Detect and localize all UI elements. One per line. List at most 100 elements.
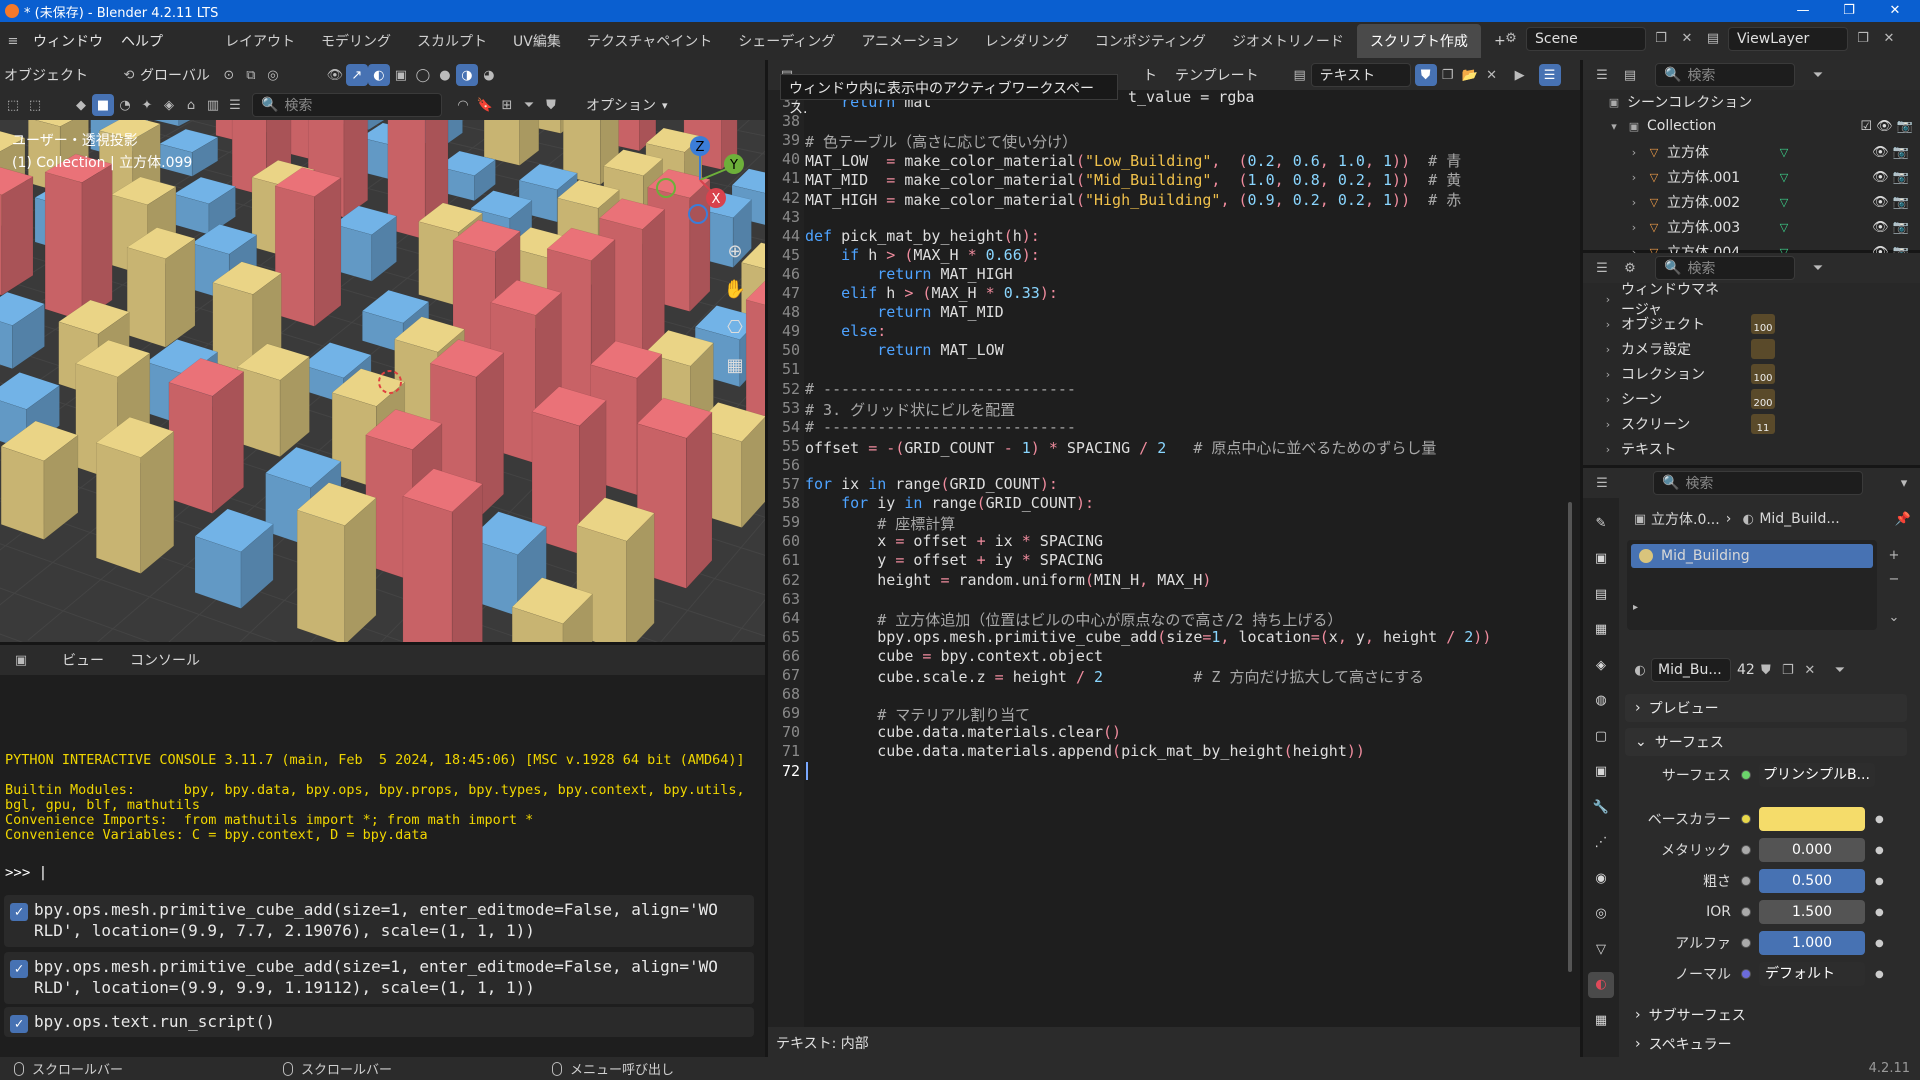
chevron-right-icon[interactable]: ›	[1627, 145, 1641, 159]
code-line[interactable]: cube.scale.z = height / 2 # Z 方向だけ拡大して高さ…	[805, 666, 1424, 687]
options-menu[interactable]: オプション	[586, 95, 656, 115]
object-icon[interactable]: ▣	[1588, 759, 1614, 785]
code-line[interactable]: for ix in range(GRID_COUNT):	[805, 475, 1058, 493]
panel-subsurface[interactable]: › サブサーフェス	[1625, 1001, 1907, 1029]
text-editor[interactable]: ▤ ト テンプレート ▤ テキスト ⛊ ❐ 📂 ✕ ▶ ☰ t_value = …	[768, 60, 1580, 1057]
chevron-down-icon[interactable]: ▾	[1893, 472, 1915, 494]
hierarchy-icon[interactable]: ⊞	[496, 94, 518, 116]
workspace-tab-0[interactable]: レイアウト	[212, 24, 308, 58]
editor-type-icon[interactable]: ▣	[10, 649, 32, 671]
code-line[interactable]: else:	[805, 322, 886, 340]
building-cube[interactable]	[236, 343, 310, 458]
code-line[interactable]: MAT_LOW = make_color_material("Low_Build…	[805, 150, 1461, 171]
outliner-type-icon[interactable]: ☰	[1591, 64, 1613, 86]
code-line[interactable]: return MAT_LOW	[805, 341, 1003, 359]
data-browser-item[interactable]: › オブジェクト 100	[1601, 312, 1775, 336]
data-icon[interactable]: ▽	[1588, 936, 1614, 962]
minimize-button[interactable]: —	[1780, 0, 1826, 22]
delete-layer-icon[interactable]: ✕	[1878, 27, 1900, 49]
property-field[interactable]: 0.500	[1759, 869, 1865, 893]
text-menu-template[interactable]: テンプレート	[1175, 65, 1259, 85]
chevron-right-icon[interactable]: ›	[1601, 317, 1615, 331]
sync-icon[interactable]: ◠	[452, 94, 474, 116]
filter-mesh-icon[interactable]: ■	[92, 94, 114, 116]
workspace-tab-6[interactable]: アニメーション	[848, 24, 971, 58]
property-field[interactable]: 0.000	[1759, 838, 1865, 862]
outliner[interactable]: ☰ ▤ 🔍 検索 ⏷ ▣ シーンコレクション ▾ ▣ Collection ☑ 👁 📷 ›…	[1583, 60, 1920, 261]
visibility-icon[interactable]: 👁	[324, 64, 346, 86]
node-filter-icon[interactable]: ⏷	[1829, 659, 1851, 681]
code-line[interactable]: x = offset + ix * SPACING	[805, 532, 1103, 550]
workspace-tab-1[interactable]: モデリング	[308, 24, 404, 58]
keyframe-dot-icon[interactable]: ●	[1875, 814, 1884, 825]
scene-icon[interactable]: ◈	[1588, 652, 1614, 678]
filter-empty-icon[interactable]: ⌂	[180, 94, 202, 116]
building-cube[interactable]	[168, 357, 245, 515]
building-cube[interactable]	[274, 167, 342, 327]
expand-icon[interactable]: ▸	[1633, 602, 1638, 613]
code-line[interactable]: y = offset + iy * SPACING	[805, 551, 1103, 569]
filter-icon[interactable]: ⏷	[1807, 257, 1829, 279]
gizmo-icon[interactable]: ↗	[345, 64, 368, 86]
surface-shader-field[interactable]: プリンシプルB...	[1759, 763, 1875, 787]
visibility-icons[interactable]: 👁 📷	[1872, 220, 1909, 235]
collection-row[interactable]: ▾ ▣ Collection ☑ 👁 📷	[1607, 114, 1917, 138]
code-line[interactable]: # 色テーブル（高さに応じて使い分け）	[805, 131, 1077, 152]
collection-visibility-icons[interactable]: ☑ 👁 📷	[1860, 119, 1913, 134]
code-line[interactable]: # マテリアル割り当て	[805, 704, 1030, 725]
fake-user-shield-icon[interactable]: ⛊	[1414, 64, 1437, 86]
new-layer-icon[interactable]: ❐	[1852, 27, 1874, 49]
code-line[interactable]: cube.data.materials.append(pick_mat_by_h…	[805, 742, 1365, 760]
info-log-entry[interactable]: ✓ bpy.ops.text.run_script()	[4, 1007, 754, 1037]
code-line[interactable]: MAT_MID = make_color_material("Mid_Build…	[805, 169, 1461, 190]
chevron-right-icon[interactable]: ›	[1627, 170, 1641, 184]
3d-viewport[interactable]: オブジェクト ⟲ グローバル ⊙ ⧉ ◎ 👁 ↗ ◐ ▣ ◯ ● ◑ ◕ ⬚ ⬚…	[0, 60, 765, 642]
rendered-shading-icon[interactable]: ◕	[478, 64, 500, 86]
chevron-right-icon[interactable]: ›	[1601, 442, 1615, 456]
user-count[interactable]: 42	[1737, 662, 1755, 678]
workspace-tab-5[interactable]: シェーディング	[725, 24, 848, 58]
display-mode-icon[interactable]: ▤	[1619, 64, 1641, 86]
outliner-object-row[interactable]: › ▽ 立方体 ▽ 👁 📷	[1627, 140, 1917, 164]
panel-preview[interactable]: › プレビュー	[1625, 694, 1907, 722]
properties-search[interactable]: 🔍 検索	[1653, 471, 1863, 495]
modifier-icon[interactable]: 🔧	[1588, 794, 1614, 820]
data-browser-item[interactable]: › シーン 200	[1601, 387, 1775, 411]
chevron-right-icon[interactable]: ›	[1601, 417, 1615, 431]
visibility-icons[interactable]: 👁 📷	[1872, 145, 1909, 160]
material-name-field[interactable]: Mid_Bu...	[1651, 658, 1731, 682]
code-line[interactable]: MAT_HIGH = make_color_material("High_Bui…	[805, 189, 1461, 210]
code-line[interactable]: def pick_mat_by_height(h):	[805, 227, 1040, 245]
data-browser-item[interactable]: › コレクション 100	[1601, 362, 1775, 386]
material-shading-icon[interactable]: ◑	[455, 64, 478, 86]
keyframe-dot-icon[interactable]: ●	[1875, 969, 1884, 980]
menu-window[interactable]: ウィンドウ	[24, 31, 112, 51]
keyframe-dot-icon[interactable]: ●	[1875, 876, 1884, 887]
browser-type-icon[interactable]: ☰	[1591, 257, 1613, 279]
scene-selector[interactable]: Scene	[1526, 27, 1646, 51]
proportional-icon[interactable]: ◎	[262, 64, 284, 86]
console-prompt[interactable]: >>> |	[5, 865, 47, 881]
workspace-tab-4[interactable]: テクスチャペイント	[574, 24, 725, 58]
keyframe-dot-icon[interactable]: ●	[1875, 907, 1884, 918]
chevron-right-icon[interactable]: ›	[1627, 220, 1641, 234]
delete-scene-icon[interactable]: ✕	[1676, 27, 1698, 49]
slot-menu-icon[interactable]: ⌄	[1883, 606, 1905, 628]
menu-help[interactable]: ヘルプ	[112, 31, 172, 51]
file-menu-icon[interactable]: ≡	[2, 30, 24, 52]
xray-icon[interactable]: ▣	[390, 64, 412, 86]
material-slot-list[interactable]: Mid_Building ▸	[1627, 540, 1877, 630]
filter-icon[interactable]: ⏷	[518, 94, 540, 116]
text-name-field[interactable]: テキスト	[1310, 63, 1411, 87]
close-button[interactable]: ✕	[1872, 0, 1918, 22]
chevron-right-icon[interactable]: ›	[1601, 342, 1615, 356]
maximize-button[interactable]: ❐	[1826, 0, 1872, 22]
property-field[interactable]	[1759, 807, 1865, 831]
browser-mode-icon[interactable]: ⚙	[1619, 257, 1641, 279]
visibility-icons[interactable]: 👁 📷	[1872, 170, 1909, 185]
camera-view-icon[interactable]: ⎔	[720, 312, 750, 342]
console-menu-console[interactable]: コンソール	[130, 650, 200, 670]
info-log-entry[interactable]: ✓ bpy.ops.mesh.primitive_cube_add(size=1,…	[4, 895, 754, 947]
keyframe-dot-icon[interactable]: ●	[1875, 938, 1884, 949]
checkbox-icon[interactable]: ✓	[10, 1015, 28, 1033]
